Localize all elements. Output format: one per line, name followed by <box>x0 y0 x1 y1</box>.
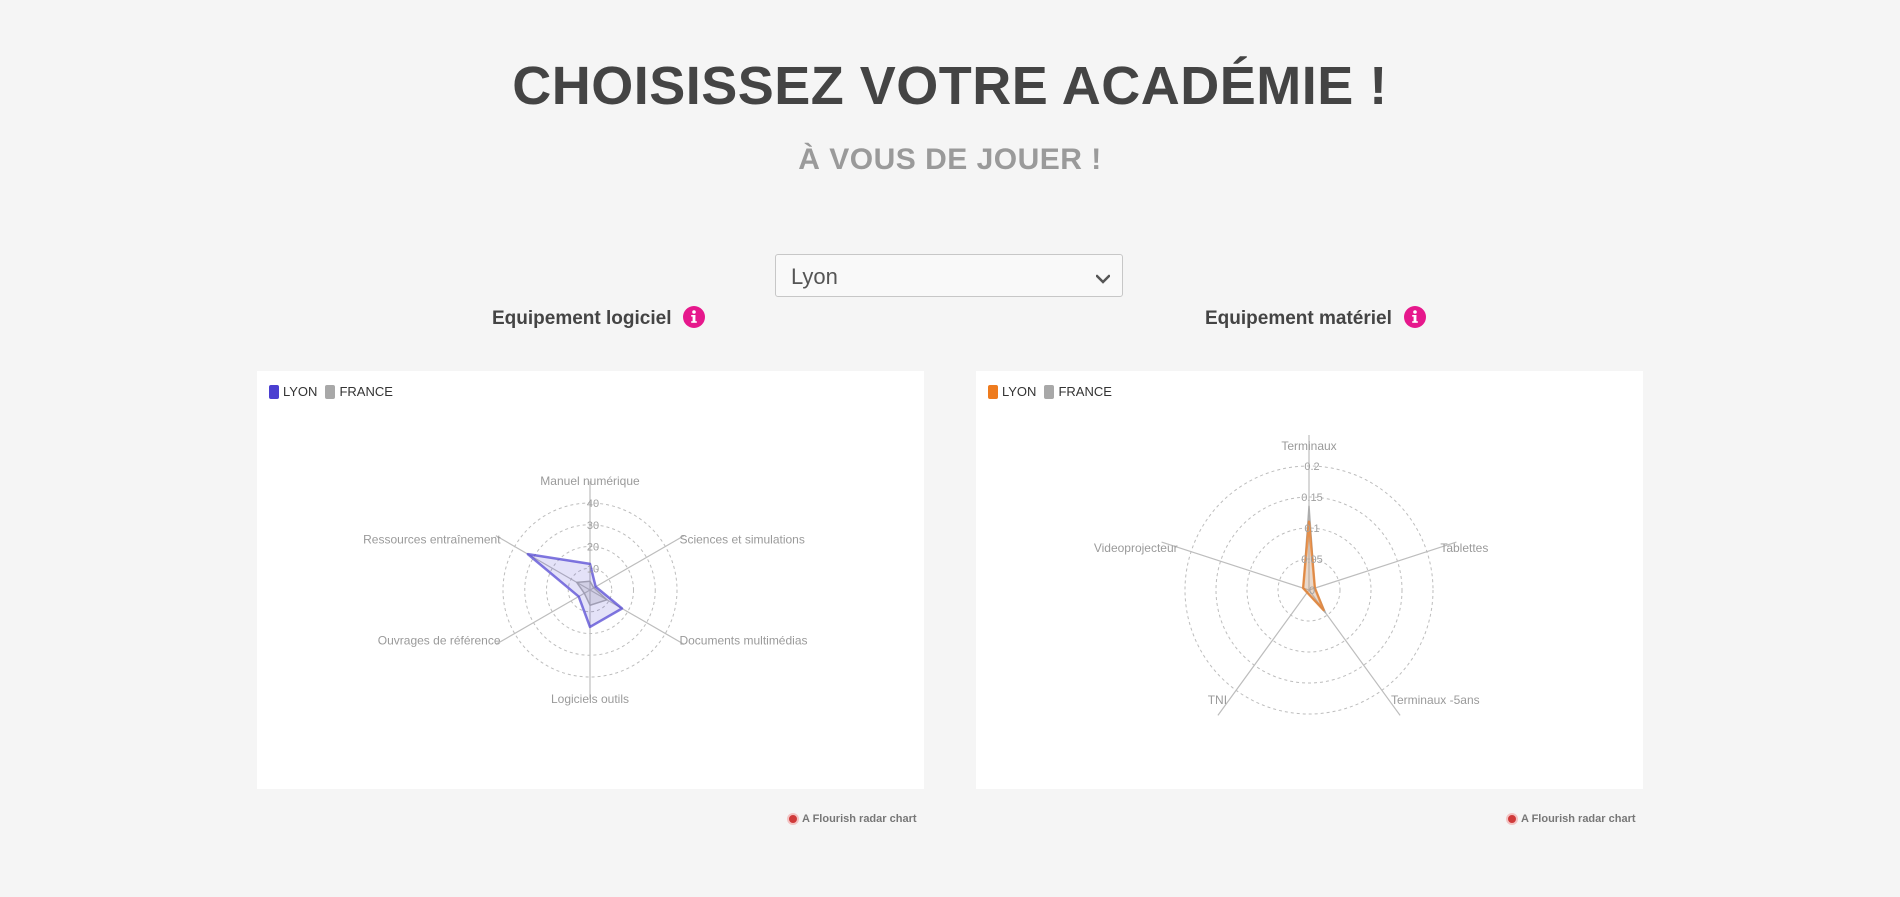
section-title-materiel: Equipement matériel <box>1205 306 1426 330</box>
axis-label: Logiciels outils <box>551 692 629 706</box>
tick-label: 0 <box>1309 585 1315 597</box>
academie-select-value: Lyon <box>791 264 838 289</box>
tick-label: 0.2 <box>1304 461 1319 473</box>
page-title: CHOISISSEZ VOTRE ACADÉMIE ! <box>512 56 1388 116</box>
axis-label: Ressources entraînement <box>363 533 501 547</box>
info-icon[interactable] <box>683 306 706 328</box>
flourish-credit-text: A Flourish radar chart <box>1521 813 1636 825</box>
flourish-credit-text: A Flourish radar chart <box>802 813 917 825</box>
axis-label: Terminaux <box>1281 439 1336 453</box>
axis-spoke <box>589 535 685 591</box>
flourish-credit-link[interactable]: A Flourish radar chart <box>787 813 917 825</box>
axis-label: Ouvrages de référence <box>378 634 501 648</box>
tick-label: 0.1 <box>1304 523 1319 535</box>
axis-label: Documents multimédias <box>679 634 807 648</box>
tick-label: 10 <box>587 563 599 575</box>
section-title-logiciel-text: Equipement logiciel <box>492 308 672 329</box>
axis-spoke <box>1161 541 1310 591</box>
chevron-down-icon <box>1096 274 1110 284</box>
tick-label: 0.05 <box>1301 554 1322 566</box>
section-title-materiel-text: Equipement matériel <box>1205 308 1392 329</box>
page-subtitle: À VOUS DE JOUER ! <box>798 143 1102 176</box>
series-area-lyon <box>526 552 624 629</box>
axis-label: TNI <box>1208 693 1227 707</box>
academie-select[interactable]: Lyon <box>775 254 1123 297</box>
axis-label: Videoprojecteur <box>1094 541 1178 555</box>
radar-chart-logiciel: 10 20 30 40 Manuel numérique Sciences et simu… <box>363 474 807 706</box>
axis-spoke <box>1217 589 1310 716</box>
axis-label: Sciences et simulations <box>679 533 804 547</box>
radar-card-materiel: LYON FRANCE 0 0.05 0.1 0.15 0.2 Terminaux Tabl… <box>976 371 1643 789</box>
axis-label: Manuel numérique <box>540 474 640 488</box>
axis-spoke <box>495 589 591 645</box>
flourish-logo-icon <box>787 813 799 825</box>
tick-label: 20 <box>587 542 599 554</box>
tick-label: 0.15 <box>1301 492 1322 504</box>
radar-card-logiciel: LYON FRANCE 10 20 30 40 Manuel numérique Scie… <box>257 371 924 789</box>
axis-label: Tablettes <box>1440 541 1488 555</box>
tick-label: 40 <box>587 498 599 510</box>
axis-label: Terminaux -5ans <box>1391 693 1480 707</box>
info-icon[interactable] <box>1403 306 1426 328</box>
radar-chart-materiel: 0 0.05 0.1 0.15 0.2 Terminaux Tablettes Termina… <box>1094 435 1488 716</box>
axis-spoke <box>1308 541 1457 591</box>
section-title-logiciel: Equipement logiciel <box>492 306 706 330</box>
flourish-logo-icon <box>1506 813 1518 825</box>
tick-label: 30 <box>587 520 599 532</box>
flourish-credit-link[interactable]: A Flourish radar chart <box>1506 813 1636 825</box>
